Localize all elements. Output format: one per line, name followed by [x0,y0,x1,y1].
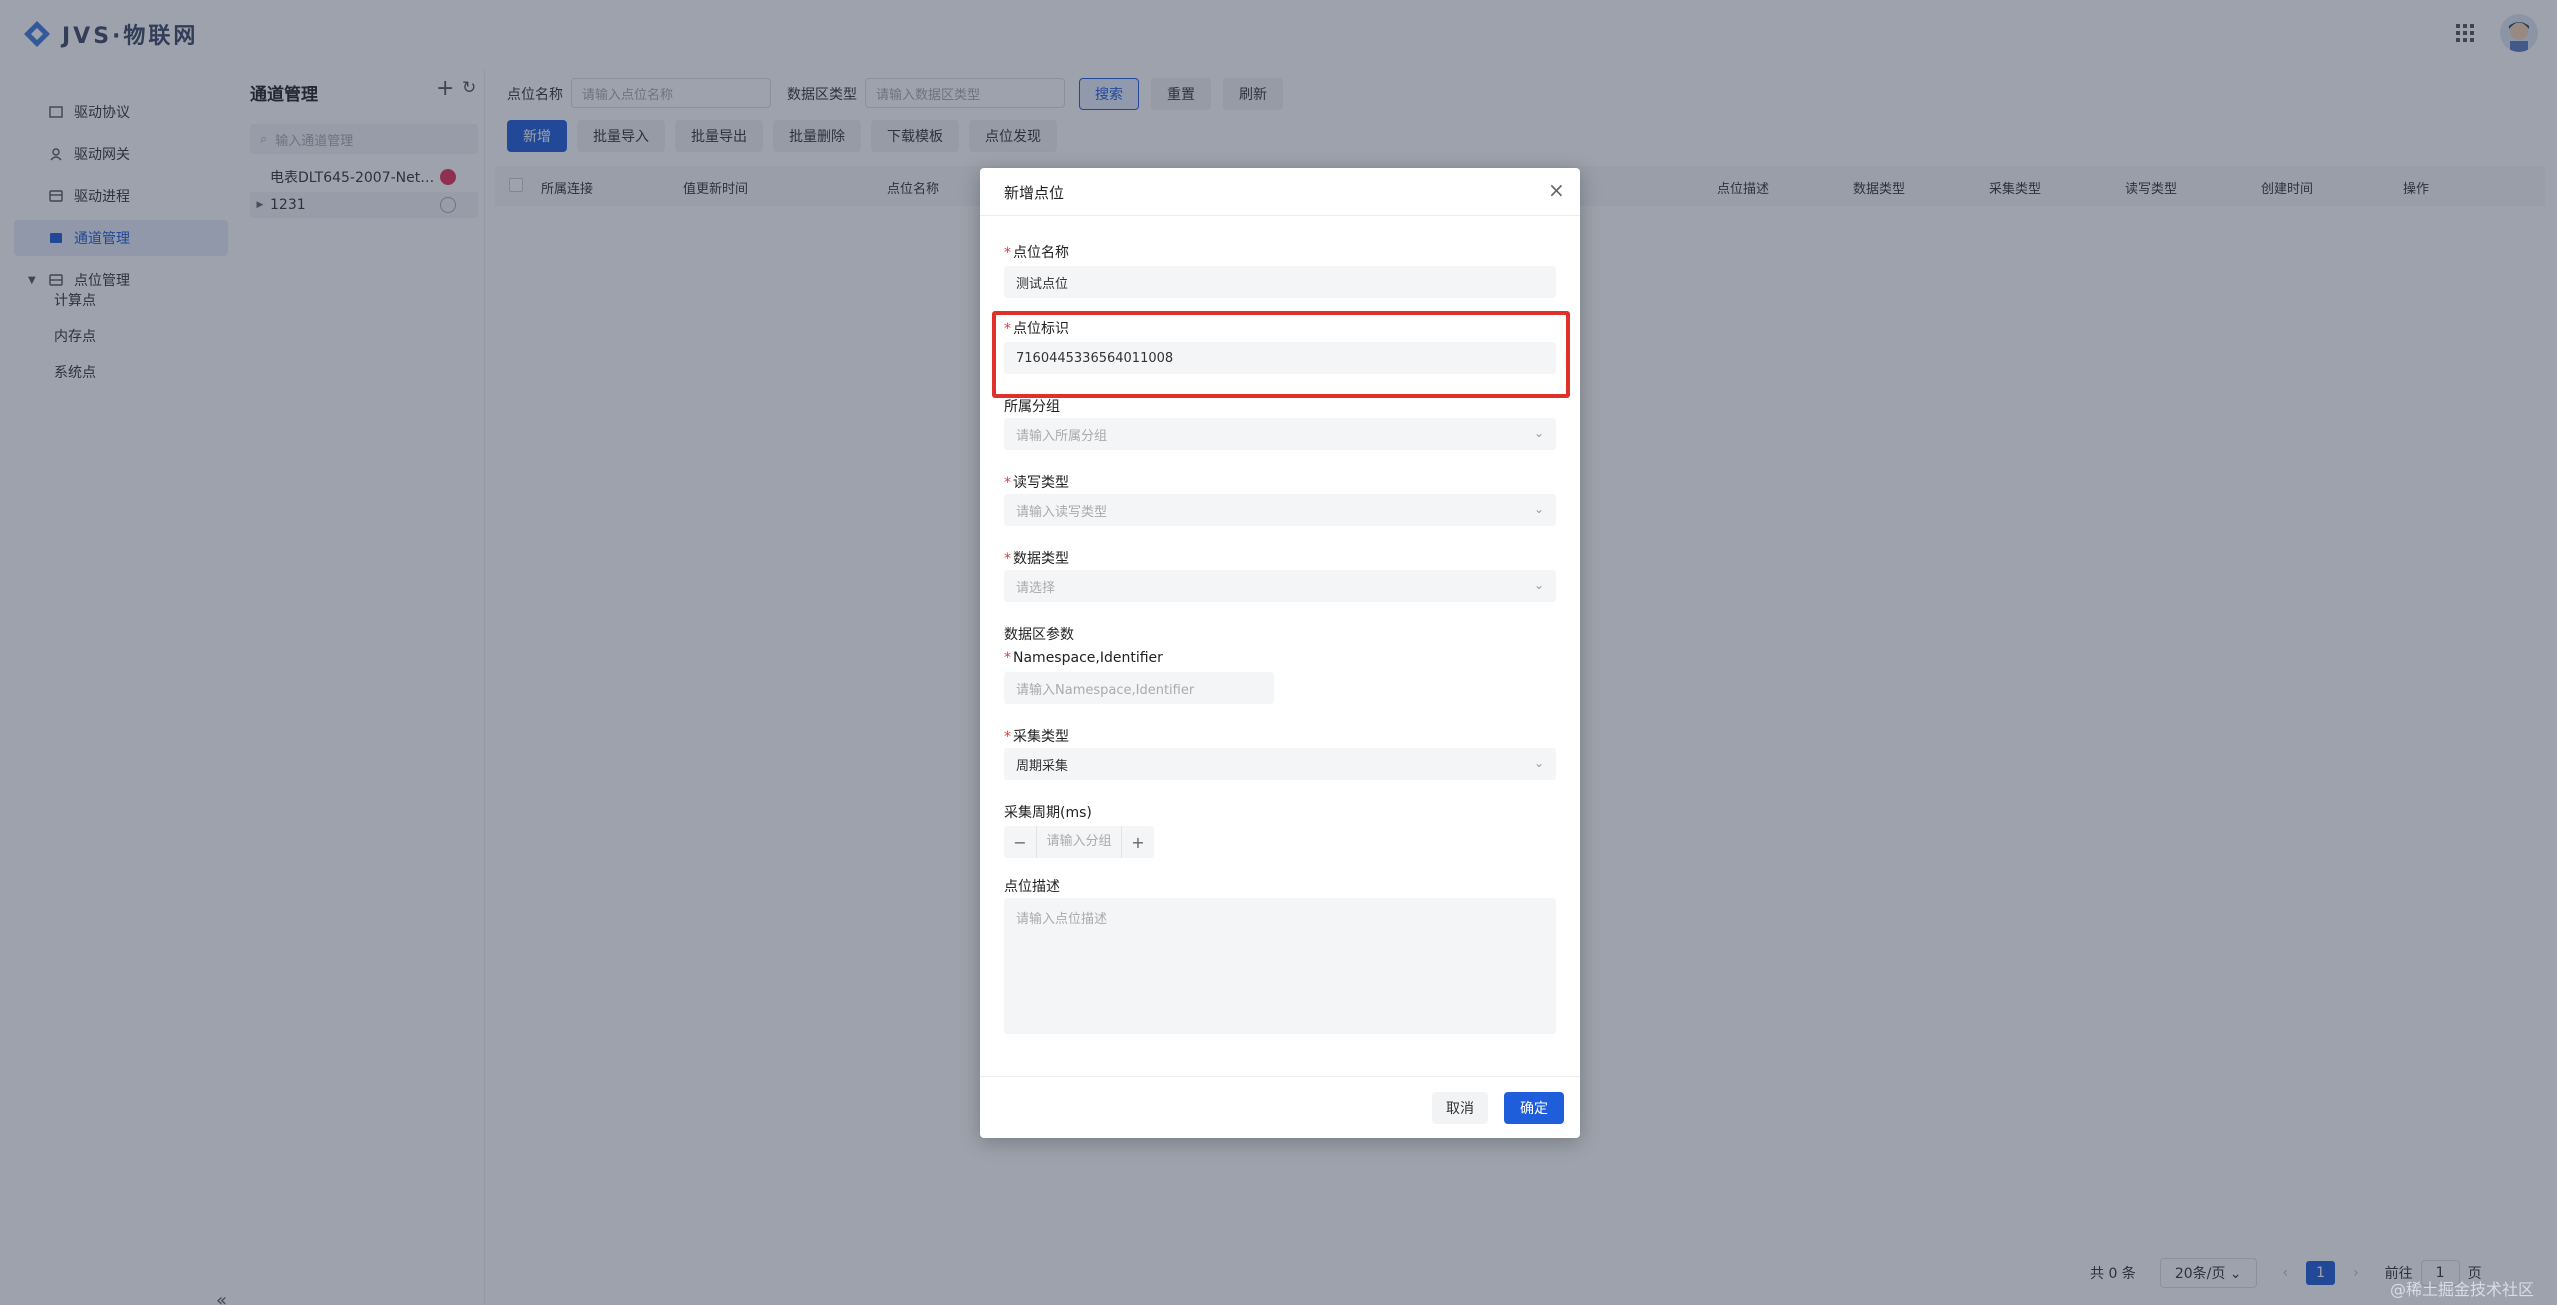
rw-type-label-text: 读写类型 [1013,475,1069,491]
point-id-label: * 点位标识 [1004,321,1069,337]
point-name-input[interactable]: 测试点位 [1004,266,1556,298]
data-type-placeholder: 请选择 [1016,580,1056,596]
rw-type-label: * 读写类型 [1004,475,1069,491]
collect-period-stepper[interactable]: − 请输入分组 + [1004,826,1154,858]
point-name-label-text: 点位名称 [1013,245,1069,261]
namespace-label-text: Namespace,Identifier [1013,650,1163,666]
data-type-label-text: 数据类型 [1013,551,1069,567]
dialog-header: 新增点位 × [980,168,1580,216]
collect-type-value: 周期采集 [1016,758,1069,774]
collect-period-input[interactable]: 请输入分组 [1036,826,1122,858]
confirm-button[interactable]: 确定 [1504,1092,1564,1124]
collect-type-label: * 采集类型 [1004,729,1069,745]
group-select[interactable]: 请输入所属分组 ⌄ [1004,418,1556,450]
plus-icon[interactable]: + [1122,833,1154,852]
description-textarea[interactable]: 请输入点位描述 [1004,898,1556,1034]
group-placeholder: 请输入所属分组 [1016,428,1108,444]
chevron-down-icon: ⌄ [1533,426,1544,440]
chevron-down-icon: ⌄ [1533,756,1544,770]
data-type-label: * 数据类型 [1004,551,1069,567]
close-icon[interactable]: × [1548,178,1565,202]
rw-type-select[interactable]: 请输入读写类型 ⌄ [1004,494,1556,526]
add-point-dialog: 新增点位 × * 点位名称 测试点位 * 点位标识 7160445336564011… [980,168,1580,1138]
rw-type-placeholder: 请输入读写类型 [1016,504,1108,520]
chevron-down-icon: ⌄ [1533,502,1544,516]
dialog-title: 新增点位 [1004,184,1065,202]
namespace-label: * Namespace,Identifier [1004,650,1163,666]
description-label: 点位描述 [1004,879,1060,895]
collect-type-label-text: 采集类型 [1013,729,1069,745]
group-label: 所属分组 [1004,399,1060,415]
collect-period-label: 采集周期(ms) [1004,805,1092,821]
data-area-params-label: 数据区参数 [1004,627,1074,643]
point-id-input[interactable]: 7160445336564011008 [1004,342,1556,374]
namespace-input[interactable]: 请输入Namespace,Identifier [1004,672,1274,704]
minus-icon[interactable]: − [1004,833,1036,852]
watermark-text: @稀土掘金技术社区 [2390,1280,2535,1299]
point-id-label-text: 点位标识 [1013,321,1069,337]
cancel-button[interactable]: 取消 [1432,1092,1488,1124]
dialog-footer-divider [980,1076,1580,1077]
data-type-select[interactable]: 请选择 ⌄ [1004,570,1556,602]
collect-type-select[interactable]: 周期采集 ⌄ [1004,748,1556,780]
point-name-label: * 点位名称 [1004,245,1069,261]
chevron-down-icon: ⌄ [1533,578,1544,592]
